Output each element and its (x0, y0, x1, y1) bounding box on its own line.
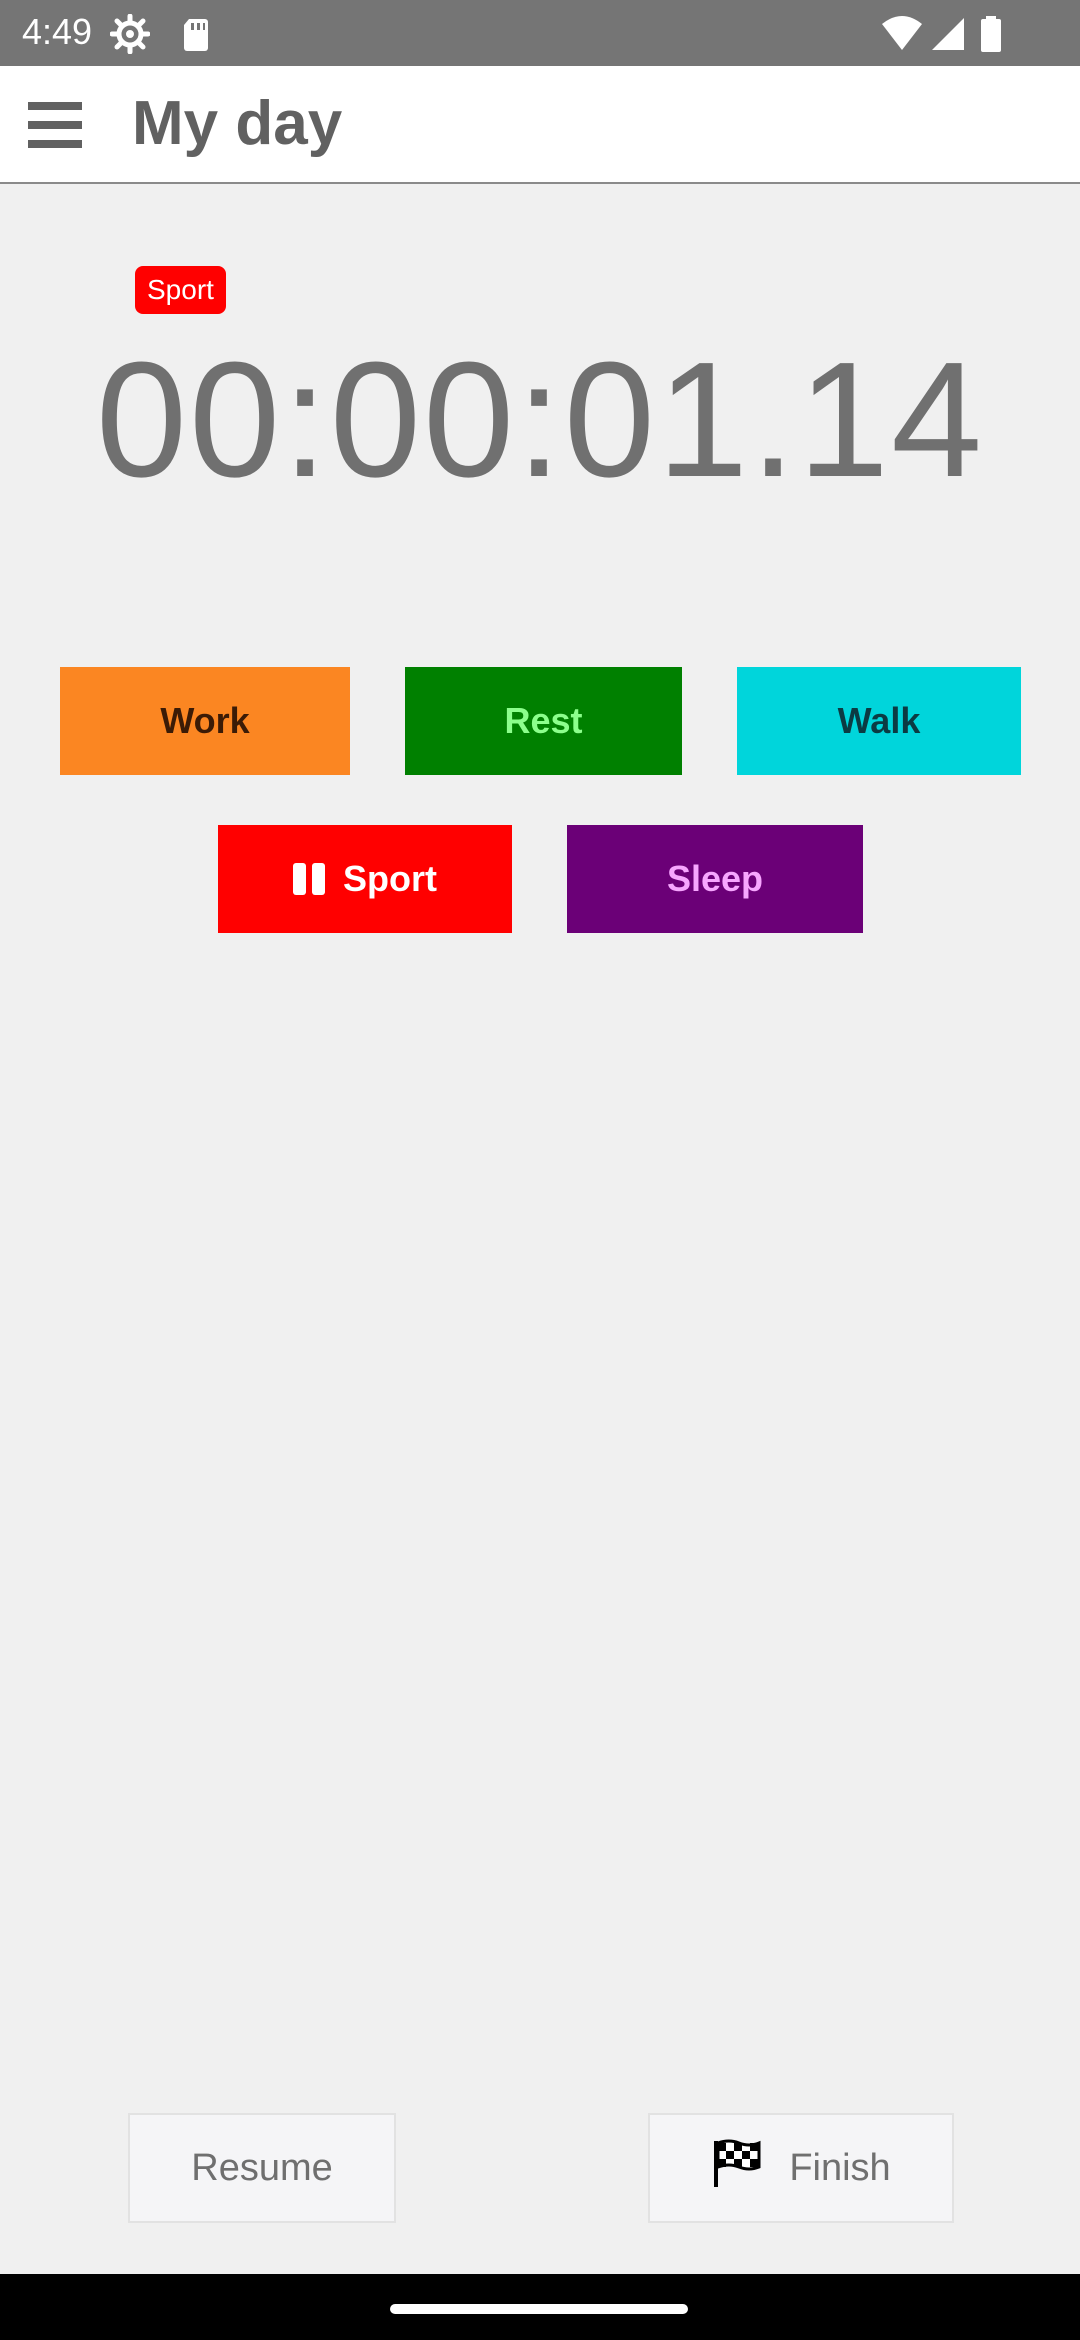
battery-icon (978, 14, 1004, 54)
finish-button[interactable]: Finish (648, 2113, 954, 2223)
hamburger-menu-icon[interactable] (22, 92, 88, 158)
work-button-label: Work (160, 700, 250, 741)
checkered-flag-icon (711, 2137, 763, 2199)
walk-button[interactable]: Walk (737, 667, 1021, 775)
page-title: My day (132, 89, 343, 158)
status-bar: 4:49 (0, 0, 1080, 66)
rest-button-label: Rest (504, 700, 583, 741)
sleep-button-label: Sleep (666, 858, 764, 899)
pause-icon (293, 863, 325, 895)
resume-button[interactable]: Resume (128, 2113, 396, 2223)
walk-button-label: Walk (837, 700, 921, 741)
elapsed-timer: 00:00:01.14 (95, 328, 985, 511)
sport-button[interactable]: Sport (218, 825, 512, 933)
rest-button[interactable]: Rest (405, 667, 682, 775)
status-time: 4:49 (22, 11, 93, 52)
home-gesture-handle[interactable] (390, 2304, 688, 2314)
active-activity-badge: Sport (135, 266, 226, 314)
settings-gear-icon (109, 13, 151, 55)
wifi-icon (880, 14, 924, 54)
resume-button-label: Resume (191, 2146, 333, 2189)
app-bar: My day (0, 66, 1080, 184)
cell-signal-icon (928, 14, 968, 54)
sleep-button[interactable]: Sleep (567, 825, 863, 933)
sport-button-label: Sport (343, 858, 437, 899)
finish-button-label: Finish (789, 2146, 891, 2189)
work-button[interactable]: Work (60, 667, 350, 775)
sd-card-icon (176, 14, 216, 54)
